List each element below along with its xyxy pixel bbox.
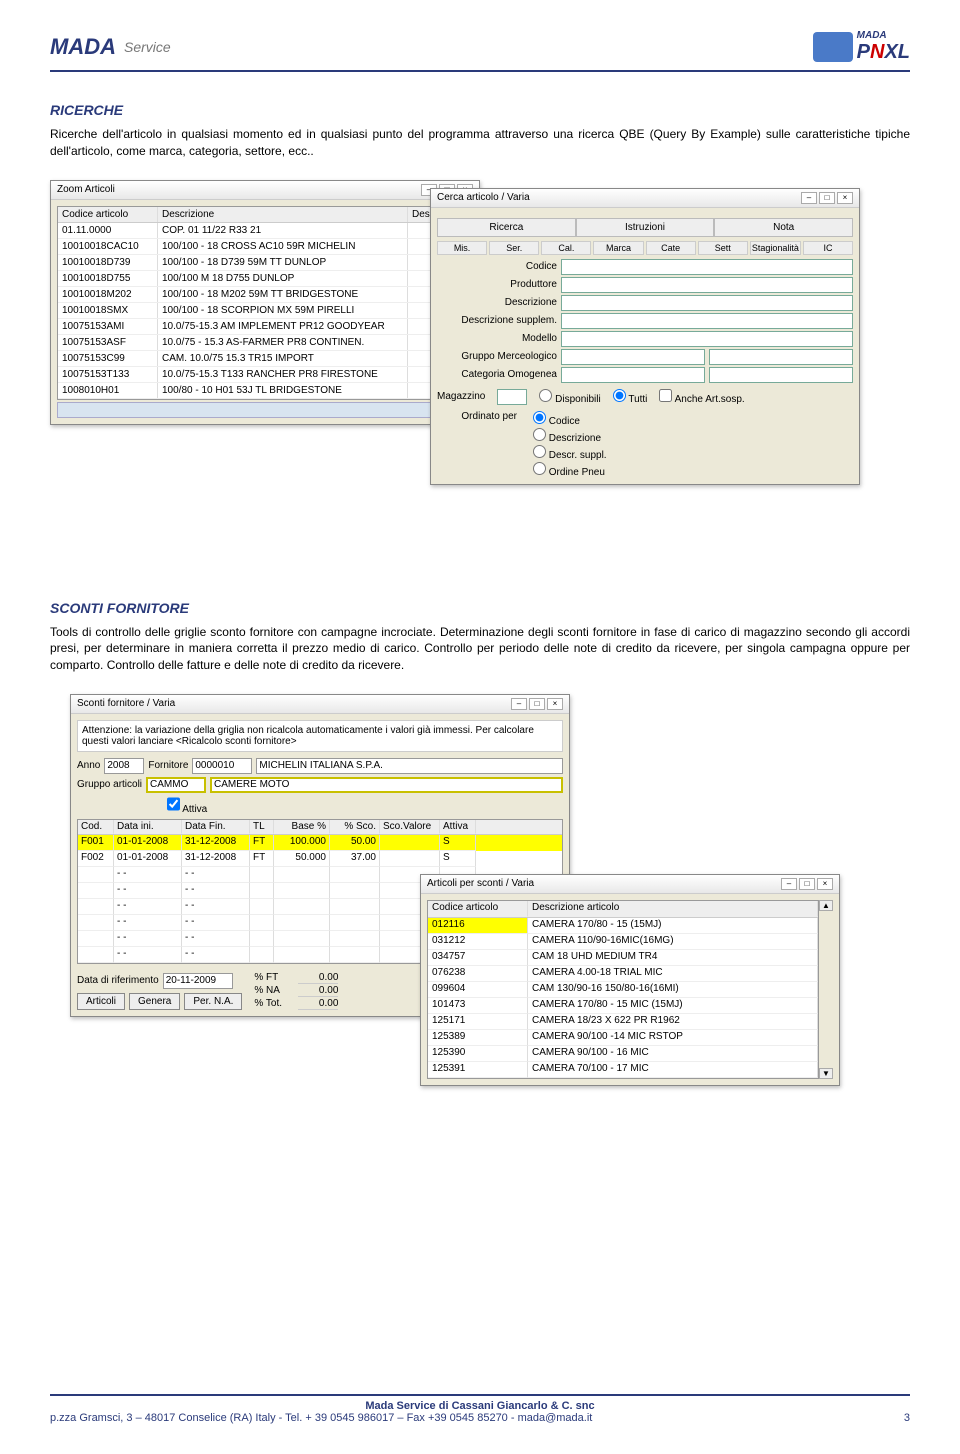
small-columns-row: Mis.Ser.Cal.MarcaCateSettStagionalitàIC [437,241,853,255]
fornitore-name-input[interactable] [256,758,563,774]
magazzino-row: Magazzino Disponibili Tutti Anche Art.so… [437,389,853,405]
gruppo-code-input[interactable] [146,777,206,793]
section-sconti-title: SCONTI FORNITORE [50,600,910,616]
window-buttons: – □ × [781,878,833,890]
sconti-warning: Attenzione: la variazione della griglia … [77,720,563,752]
screenshots-sconti: Sconti fornitore / Varia – □ × Attenzion… [50,694,910,1164]
anno-input[interactable] [104,758,144,774]
page-footer: Mada Service di Cassani Giancarlo & C. s… [50,1394,910,1424]
section-sconti-body: Tools di controllo delle griglie sconto … [50,624,910,674]
scroll-up-button[interactable]: ▲ [819,900,833,911]
logo-left: MADA Service [50,34,171,60]
window-titlebar: Articoli per sconti / Varia – □ × [421,875,839,894]
tab-nota[interactable]: Nota [714,218,853,237]
footer-company: Mada Service di Cassani Giancarlo & C. s… [50,1400,910,1412]
zoom-articoli-window: Zoom Articoli – □ × Codice articoloDescr… [50,180,480,425]
fornitore-label: Fornitore [148,760,188,771]
per-na-button[interactable]: Per. N.A. [184,993,242,1010]
ordinato-label: Ordinato per [437,411,517,422]
ordinato-radio-codice[interactable]: Codice [533,411,607,427]
maximize-button[interactable]: □ [529,698,545,710]
window-titlebar: Zoom Articoli – □ × [51,181,479,200]
anche-checkbox[interactable]: Anche Art.sosp. [659,389,744,405]
percent-box: % FT0.00% NA0.00% Tot.0.00 [254,972,338,1010]
minimize-button[interactable]: – [781,878,797,890]
tab-row: RicercaIstruzioniNota [437,218,853,237]
gruppo-label: Gruppo articoli [77,779,142,790]
page-header: MADA Service MADA PNXL [50,30,910,72]
fornitore-code-input[interactable] [192,758,252,774]
produttore-input[interactable] [561,277,853,293]
window-title: Articoli per sconti / Varia [427,878,534,889]
data-rif-label: Data di riferimento [77,975,159,986]
window-buttons: – □ × [801,192,853,204]
articoli-sconti-window: Articoli per sconti / Varia – □ × Codice… [420,874,840,1086]
close-button[interactable]: × [547,698,563,710]
maximize-button[interactable]: □ [819,192,835,204]
screenshots-ricerche: Zoom Articoli – □ × Codice articoloDescr… [50,180,910,570]
minimize-button[interactable]: – [511,698,527,710]
maximize-button[interactable]: □ [799,878,815,890]
cerca-articolo-window: Cerca articolo / Varia – □ × RicercaIstr… [430,188,860,485]
logo-text: MADA [50,34,116,60]
ordinato-radio-group: Codice Descrizione Descr. suppl. Ordine … [525,411,607,478]
window-buttons: – □ × [511,698,563,710]
truck-icon [813,32,853,62]
window-title: Sconti fornitore / Varia [77,698,175,709]
data-rif-input[interactable] [163,973,233,989]
disponibili-radio[interactable]: Disponibili [539,389,600,405]
zoom-grid[interactable]: Codice articoloDescrizioneDescr 01.11.00… [57,206,473,400]
descrizione-supplem--input[interactable] [561,313,853,329]
tab-ricerca[interactable]: Ricerca [437,218,576,237]
logo-right: MADA PNXL [813,30,910,64]
ordinato-radio-descrizione[interactable]: Descrizione [533,428,607,444]
window-title: Zoom Articoli [57,184,115,195]
tutti-radio[interactable]: Tutti [613,389,648,405]
scroll-down-button[interactable]: ▼ [819,1068,833,1079]
magazzino-label: Magazzino [437,391,485,402]
logo-sub: Service [124,39,171,55]
page-number: 3 [904,1412,910,1424]
section-ricerche-body: Ricerche dell'articolo in qualsiasi mome… [50,126,910,160]
magazzino-input[interactable] [497,389,527,405]
logo-right-small: MADA [857,30,910,41]
close-button[interactable]: × [817,878,833,890]
genera-button[interactable]: Genera [129,993,180,1010]
articoli-grid[interactable]: Codice articoloDescrizione articolo 0121… [427,900,819,1079]
ordinato-radio-descr-suppl-[interactable]: Descr. suppl. [533,445,607,461]
minimize-button[interactable]: – [801,192,817,204]
codice-input[interactable] [561,259,853,275]
window-title: Cerca articolo / Varia [437,192,530,203]
gruppo-merceologico-input[interactable] [561,349,705,365]
articoli-button[interactable]: Articoli [77,993,125,1010]
modello-input[interactable] [561,331,853,347]
window-titlebar: Cerca articolo / Varia – □ × [431,189,859,208]
section-ricerche-title: RICERCHE [50,102,910,118]
descrizione-input[interactable] [561,295,853,311]
logo-pnxl: PNXL [857,41,910,64]
gruppo-name-input[interactable] [210,777,563,793]
ordinato-radio-ordine-pneu[interactable]: Ordine Pneu [533,462,607,478]
tab-istruzioni[interactable]: Istruzioni [576,218,715,237]
window-titlebar: Sconti fornitore / Varia – □ × [71,695,569,714]
scrollbar[interactable] [57,402,473,418]
anno-label: Anno [77,760,100,771]
close-button[interactable]: × [837,192,853,204]
categoria-omogenea-input[interactable] [561,367,705,383]
attiva-checkbox[interactable]: Attiva [167,796,207,815]
footer-address: p.zza Gramsci, 3 – 48017 Conselice (RA) … [50,1412,592,1424]
